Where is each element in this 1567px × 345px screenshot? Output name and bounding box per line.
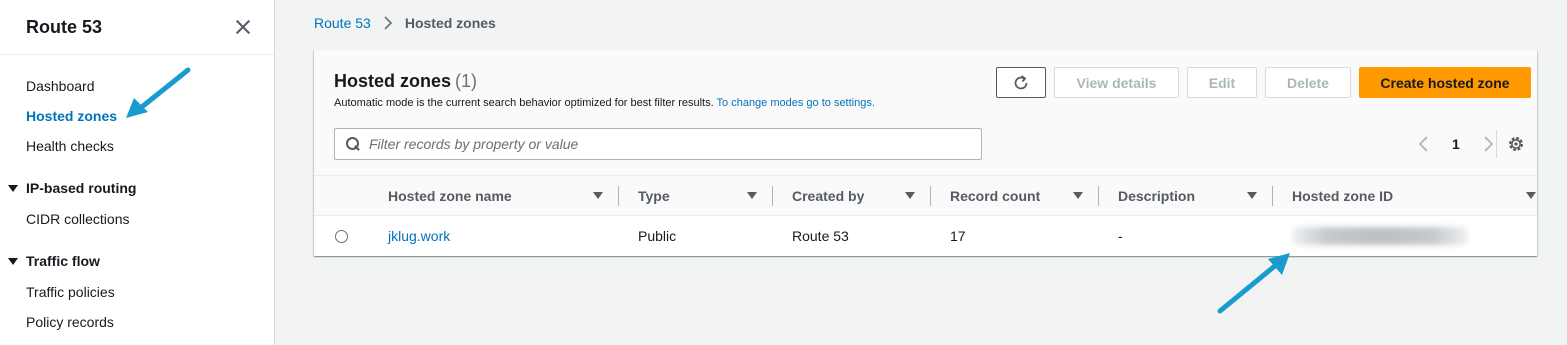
caret-down-icon — [8, 257, 18, 265]
cell-record-count: 17 — [950, 228, 966, 244]
sort-icon[interactable] — [1247, 192, 1257, 199]
column-resizer[interactable] — [772, 186, 773, 206]
sort-icon[interactable] — [593, 192, 603, 199]
column-header-description[interactable]: Description — [1118, 176, 1195, 216]
sidebar-section-traffic-flow[interactable]: Traffic flow — [8, 253, 100, 269]
panel-title-text: Hosted zones — [334, 71, 452, 91]
create-hosted-zone-button[interactable]: Create hosted zone — [1359, 67, 1531, 98]
sidebar-header: Route 53 — [0, 0, 274, 55]
chevron-left-icon[interactable] — [1414, 134, 1434, 154]
sidebar-title: Route 53 — [26, 16, 103, 37]
hosted-zones-panel: Hosted zones (1) Automatic mode is the cu… — [314, 50, 1537, 256]
close-icon[interactable] — [234, 18, 252, 36]
column-header-type[interactable]: Type — [638, 176, 670, 216]
column-resizer[interactable] — [618, 186, 619, 206]
sidebar-item-policy-records[interactable]: Policy records — [26, 314, 114, 330]
caret-down-icon — [8, 184, 18, 192]
panel-description: Automatic mode is the current search beh… — [334, 97, 875, 109]
column-header-created-by[interactable]: Created by — [792, 176, 864, 216]
chevron-right-icon — [384, 16, 392, 30]
refresh-icon — [1014, 74, 1028, 89]
refresh-button[interactable] — [996, 67, 1046, 98]
sidebar: Route 53 Dashboard Hosted zones Health c… — [0, 0, 275, 345]
annotation-arrow-icon — [1217, 253, 1290, 314]
column-header-hosted-zone-name[interactable]: Hosted zone name — [388, 176, 512, 216]
sidebar-item-traffic-policies[interactable]: Traffic policies — [26, 284, 115, 300]
sort-icon[interactable] — [1526, 192, 1536, 199]
column-header-record-count[interactable]: Record count — [950, 176, 1040, 216]
sidebar-item-dashboard[interactable]: Dashboard — [26, 78, 95, 94]
row-select-radio[interactable] — [335, 230, 348, 243]
edit-button[interactable]: Edit — [1187, 67, 1257, 98]
table-header: Hosted zone name Type Created by Record … — [314, 176, 1537, 216]
sidebar-item-health-checks[interactable]: Health checks — [26, 138, 114, 154]
view-details-button[interactable]: View details — [1054, 67, 1179, 98]
cell-created-by: Route 53 — [792, 228, 849, 244]
sidebar-item-cidr-collections[interactable]: CIDR collections — [26, 211, 129, 227]
divider — [1496, 130, 1497, 158]
breadcrumb-current: Hosted zones — [404, 15, 496, 31]
gear-icon[interactable] — [1507, 135, 1525, 153]
sidebar-section-label: IP-based routing — [26, 180, 137, 196]
cell-type: Public — [638, 228, 677, 244]
chevron-right-icon[interactable] — [1478, 134, 1498, 154]
breadcrumb: Route 53 Hosted zones — [314, 15, 496, 31]
column-resizer[interactable] — [1272, 186, 1273, 206]
sidebar-section-ip-based-routing[interactable]: IP-based routing — [8, 180, 136, 196]
search-field — [334, 128, 982, 160]
sort-icon[interactable] — [1073, 192, 1083, 199]
breadcrumb-link-route53[interactable]: Route 53 — [314, 15, 371, 31]
column-resizer[interactable] — [930, 186, 931, 206]
column-resizer[interactable] — [1098, 186, 1099, 206]
sidebar-item-hosted-zones[interactable]: Hosted zones — [26, 108, 117, 124]
column-header-hosted-zone-id[interactable]: Hosted zone ID — [1292, 176, 1393, 216]
hosted-zones-count: (1) — [455, 71, 478, 91]
sidebar-section-label: Traffic flow — [26, 253, 100, 269]
hosted-zone-name-link[interactable]: jklug.work — [388, 216, 450, 256]
search-input[interactable] — [369, 136, 969, 152]
page-title: Hosted zones (1) — [334, 71, 477, 92]
sort-icon[interactable] — [747, 192, 757, 199]
table-row[interactable]: jklug.work Public Route 53 17 - — [314, 216, 1537, 256]
pagination: 1 — [1414, 134, 1498, 154]
annotation-arrow-icon — [126, 67, 191, 118]
cell-description: - — [1118, 228, 1123, 244]
description-text: Automatic mode is the current search beh… — [334, 97, 714, 109]
settings-link[interactable]: To change modes go to settings. — [717, 97, 875, 109]
cell-hosted-zone-id-redacted — [1292, 227, 1468, 245]
current-page[interactable]: 1 — [1452, 136, 1460, 152]
delete-button[interactable]: Delete — [1265, 67, 1351, 98]
search-icon — [345, 136, 361, 152]
sort-icon[interactable] — [905, 192, 915, 199]
